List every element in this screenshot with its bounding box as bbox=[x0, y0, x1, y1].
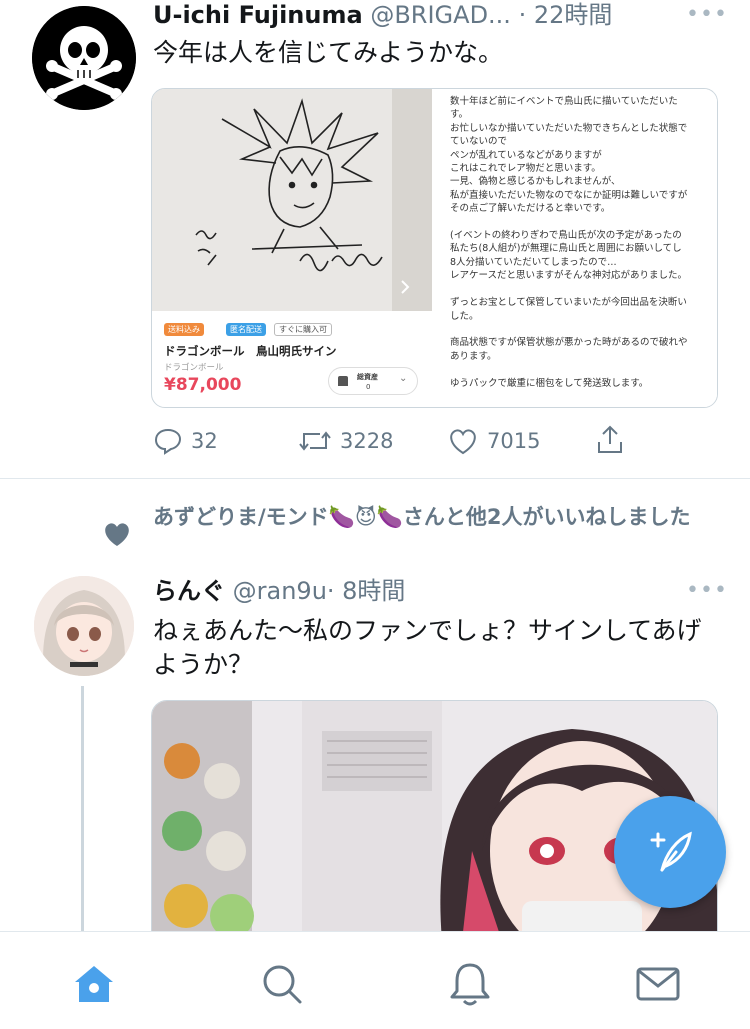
compose-feather-icon bbox=[650, 831, 692, 872]
description-line: す。 bbox=[450, 109, 469, 121]
description-line: した。 bbox=[450, 310, 479, 322]
nav-notifications[interactable] bbox=[446, 960, 494, 1008]
description-line: (イベントの終わりぎわで鳥山氏が次の予定があったの bbox=[450, 230, 682, 242]
reply-icon bbox=[154, 428, 182, 455]
description-line: 8人分描いていただいてしまったので… bbox=[450, 256, 617, 268]
tweet-actions: 32 3228 7015 bbox=[0, 422, 750, 462]
retweet-button[interactable]: 3228 bbox=[298, 426, 393, 456]
description-line bbox=[450, 323, 717, 336]
heart-filled-icon bbox=[105, 523, 129, 546]
product-category: ドラゴンボール bbox=[164, 363, 224, 373]
avatar[interactable] bbox=[32, 6, 136, 110]
tweet-divider bbox=[0, 478, 750, 479]
anime-avatar-image bbox=[34, 576, 134, 676]
display-name[interactable]: U-ichi Fujinuma bbox=[153, 1, 363, 29]
avatar[interactable] bbox=[34, 576, 134, 676]
product-description: 数十年ほど前にイベントで鳥山氏に描いていただいた す。 お忙しいなか描いていただいた… bbox=[434, 89, 717, 407]
compose-tweet-button[interactable] bbox=[614, 796, 726, 908]
description-line: あります。 bbox=[450, 350, 497, 362]
tag-anonymous-shipping: 匿名配送 bbox=[226, 323, 266, 336]
nav-home[interactable] bbox=[70, 960, 118, 1008]
reply-button[interactable]: 32 bbox=[153, 426, 218, 456]
description-line: 一見、偽物と感じるかもしれませんが、 bbox=[450, 176, 621, 188]
like-button[interactable]: 7015 bbox=[447, 426, 540, 456]
retweet-count: 3228 bbox=[340, 429, 394, 453]
product-title: ドラゴンボール 鳥山明氏サイン bbox=[164, 344, 337, 358]
tweet-text: ねぇあんた〜私のファンでしょ？サインしてあげようか？ bbox=[153, 616, 702, 679]
home-icon bbox=[75, 966, 113, 1002]
nav-search[interactable] bbox=[258, 960, 306, 1008]
skull-crossbones-icon bbox=[32, 6, 136, 110]
description-line: ペンが乱れているなどがありますが bbox=[450, 149, 602, 161]
handle[interactable]: @ran9u bbox=[233, 577, 327, 605]
tweet-header: らんぐ @ran9u· 8時間 bbox=[153, 576, 405, 606]
wallet-icon bbox=[338, 376, 348, 386]
reply-count: 32 bbox=[191, 429, 218, 453]
product-listing: 送料込み 匿名配送 すぐに購入可 ドラゴンボール 鳥山明氏サイン ドラゴンボール… bbox=[152, 89, 432, 407]
handle[interactable]: @BRIGAD... bbox=[370, 1, 511, 29]
heart-icon bbox=[450, 429, 476, 455]
tweet[interactable]: U-ichi Fujinuma @BRIGAD... · 22時間 ••• 今年… bbox=[0, 0, 750, 478]
signed-sketch-image bbox=[152, 89, 432, 311]
tag-buy-now: すぐに購入可 bbox=[274, 323, 332, 336]
description-line: ずっとお宝として保管していまいたが今回出品を決断い bbox=[450, 297, 687, 309]
tweet-media-card[interactable]: 送料込み 匿名配送 すぐに購入可 ドラゴンボール 鳥山明氏サイン ドラゴンボール… bbox=[151, 88, 718, 408]
description-line: これはこれでレア物だと思います。 bbox=[450, 163, 601, 175]
bottom-navigation bbox=[0, 931, 750, 1029]
product-price: ¥87,000 bbox=[164, 375, 242, 395]
retweet-icon bbox=[299, 431, 331, 451]
more-options-icon[interactable]: ••• bbox=[686, 2, 728, 27]
chevron-down-icon: ⌄ bbox=[399, 373, 408, 384]
description-line bbox=[450, 283, 717, 296]
tweet-header: U-ichi Fujinuma @BRIGAD... · 22時間 bbox=[153, 0, 612, 30]
thread-line bbox=[81, 686, 84, 931]
description-line: ゆうパックで厳重に梱包をして発送致します。 bbox=[450, 377, 649, 389]
timestamp[interactable]: · 22時間 bbox=[519, 1, 613, 29]
description-line: 商品状態ですが保管状態が悪かった時があるので破れや bbox=[450, 337, 688, 349]
description-line bbox=[450, 216, 717, 229]
description-line: その点ご了解いただけると幸いです。 bbox=[450, 203, 611, 215]
assets-pill: 総資産 0 ⌄ bbox=[328, 367, 418, 395]
description-line bbox=[450, 363, 717, 376]
description-line: 私が直接いただいた物なのでなにか証明は難しいですが bbox=[450, 189, 688, 201]
nav-messages[interactable] bbox=[634, 960, 682, 1008]
assets-value: 0 bbox=[366, 383, 371, 391]
description-line: レアケースだと思いますがそんな神対応がありました。 bbox=[450, 270, 688, 282]
assets-label: 総資産 bbox=[357, 373, 378, 381]
tag-shipping-included: 送料込み bbox=[164, 323, 204, 336]
description-line: 私たち(8人組が)が無理に鳥山氏と周囲にお願いしてし bbox=[450, 243, 682, 255]
search-icon bbox=[263, 965, 302, 1004]
timestamp[interactable]: · 8時間 bbox=[327, 577, 406, 605]
like-count: 7015 bbox=[487, 429, 541, 453]
display-name[interactable]: らんぐ bbox=[153, 577, 225, 605]
share-icon bbox=[598, 425, 622, 453]
messages-icon bbox=[636, 967, 680, 1001]
notifications-icon bbox=[450, 963, 490, 1006]
share-button[interactable] bbox=[595, 424, 633, 456]
tweet-text: 今年は人を信じてみようかな。 bbox=[153, 38, 504, 67]
description-line: 数十年ほど前にイベントで鳥山氏に描いていただいた bbox=[450, 96, 678, 107]
liked-by-text[interactable]: あずどりま/モンド🍆😈🍆さんと他2人がいいねしました bbox=[153, 500, 713, 534]
more-options-icon[interactable]: ••• bbox=[686, 578, 728, 603]
description-line: お忙しいなか描いていただいた物できちんとした状態で bbox=[450, 122, 688, 134]
description-line: ていないので bbox=[450, 136, 508, 148]
